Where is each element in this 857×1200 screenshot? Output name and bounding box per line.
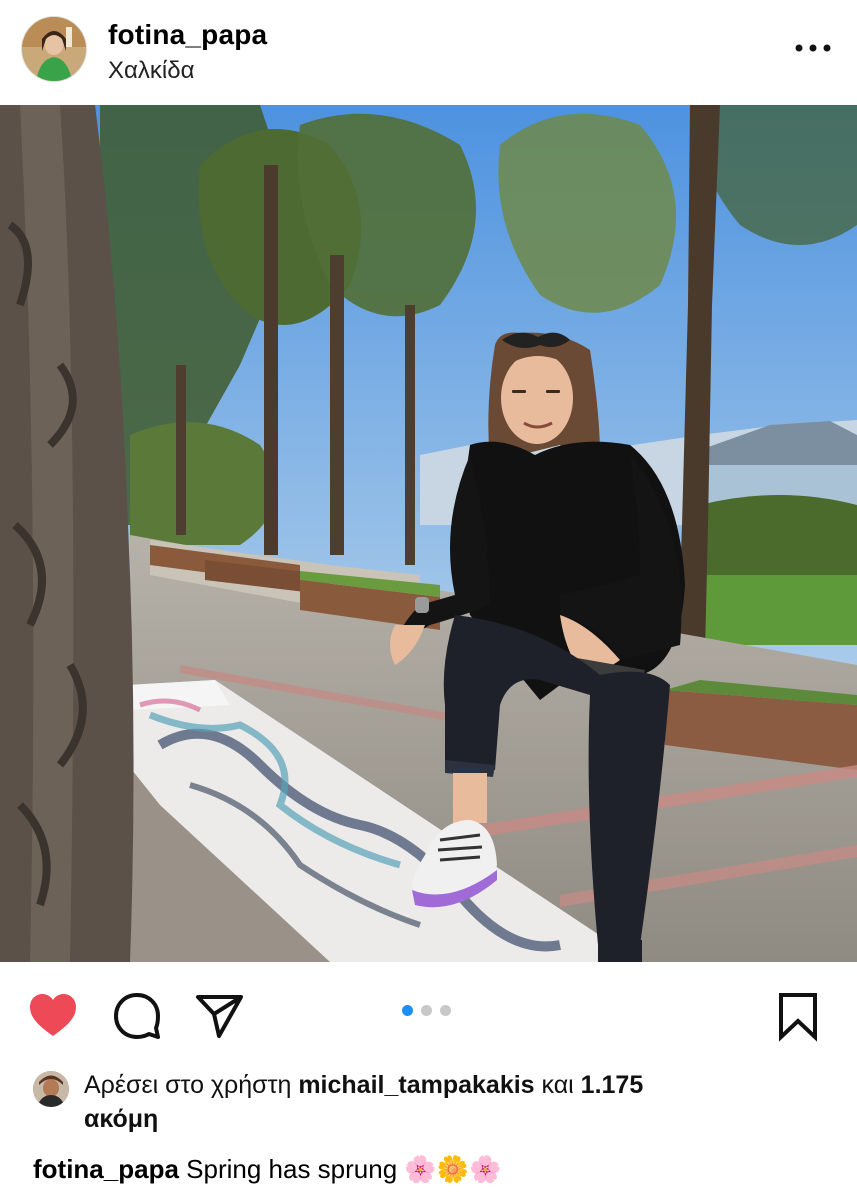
carousel-dot — [440, 1005, 451, 1016]
post-photo[interactable] — [0, 105, 857, 962]
likes-middle: και — [534, 1071, 581, 1099]
post-location[interactable]: Χαλκίδα — [108, 57, 194, 85]
liker-avatar[interactable] — [33, 1071, 69, 1107]
caption-text: Spring has sprung 🌸🌼🌸 — [178, 1154, 502, 1184]
heart-filled-icon[interactable] — [27, 990, 79, 1042]
likes-count[interactable]: 1.175 — [581, 1071, 644, 1099]
carousel-dot — [421, 1005, 432, 1016]
carousel-dot-active — [402, 1005, 413, 1016]
post-caption: fotina_papa Spring has sprung 🌸🌼🌸 — [33, 1152, 502, 1186]
ellipsis-icon[interactable] — [795, 38, 831, 58]
author-username[interactable]: fotina_papa — [108, 19, 267, 51]
paper-plane-icon[interactable] — [194, 990, 246, 1042]
likes-prefix: Αρέσει στο χρήστη — [84, 1071, 299, 1099]
caption-username[interactable]: fotina_papa — [33, 1154, 179, 1184]
comment-icon[interactable] — [111, 990, 163, 1042]
author-avatar[interactable] — [22, 17, 86, 81]
carousel-indicator — [402, 1003, 459, 1016]
post-header: fotina_papa Χαλκίδα — [0, 0, 857, 104]
bookmark-icon[interactable] — [772, 990, 824, 1042]
likes-suffix[interactable]: ακόμη — [84, 1105, 158, 1133]
likes-summary[interactable]: Αρέσει στο χρήστη michail_tampakakis και… — [84, 1068, 804, 1136]
liker-username[interactable]: michail_tampakakis — [298, 1071, 534, 1099]
